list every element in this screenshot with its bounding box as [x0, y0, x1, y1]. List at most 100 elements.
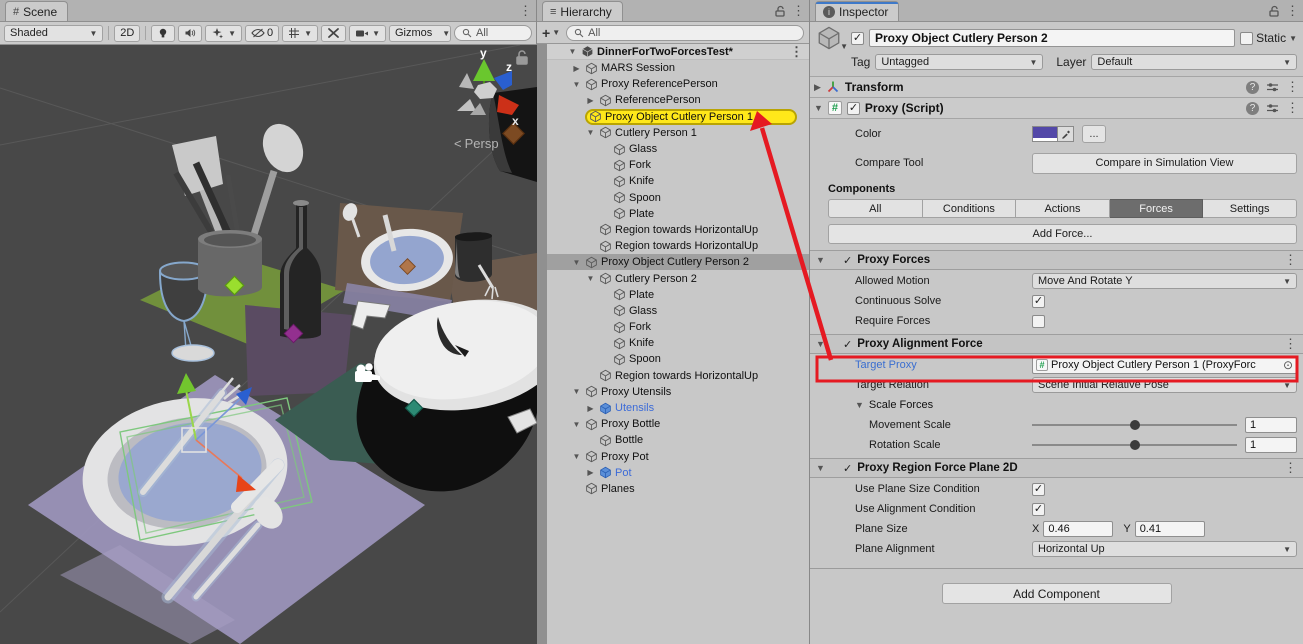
property-checkbox[interactable]: ✓ — [1032, 483, 1045, 496]
hierarchy-item[interactable]: Knife — [547, 173, 809, 189]
tag-dropdown[interactable]: Untagged ▼ — [875, 54, 1043, 70]
section-header[interactable]: ▼✓Proxy Forces⋮ — [810, 250, 1303, 270]
hierarchy-item[interactable]: Spoon — [547, 351, 809, 367]
scene-menu-icon[interactable]: ⋮ — [519, 3, 532, 19]
hierarchy-item[interactable]: ▶MARS Session — [547, 60, 809, 76]
foldout-arrow[interactable]: ▼ — [855, 400, 864, 410]
foldout-arrow[interactable]: ▶ — [571, 64, 582, 73]
static-toggle[interactable]: Static ▼ — [1240, 31, 1297, 45]
gameobject-name-field[interactable]: Proxy Object Cutlery Person 2 — [869, 29, 1235, 47]
foldout-arrow[interactable]: ▼ — [571, 258, 582, 267]
enabled-checkbox[interactable]: ✓ — [847, 102, 860, 115]
foldout-arrow[interactable]: ▼ — [571, 80, 582, 89]
hierarchy-scene-row[interactable]: ▼ DinnerForTwoForcesTest* ⋮ — [547, 44, 809, 60]
hierarchy-item[interactable]: ▶ReferencePerson — [547, 92, 809, 108]
foldout-arrow[interactable]: ▼ — [816, 339, 838, 349]
hierarchy-item[interactable]: ▼Proxy Utensils — [547, 384, 809, 400]
property-dropdown[interactable]: Move And Rotate Y▼ — [1032, 273, 1297, 289]
section-enabled-check[interactable]: ✓ — [843, 462, 852, 475]
scene-search-field[interactable] — [454, 25, 532, 41]
foldout-arrow[interactable]: ▼ — [816, 463, 838, 473]
hierarchy-menu-icon[interactable]: ⋮ — [792, 3, 805, 19]
add-component-button[interactable]: Add Component — [942, 583, 1172, 604]
hierarchy-item[interactable]: Bottle — [547, 432, 809, 448]
slider-value-field[interactable]: 1 — [1245, 417, 1297, 433]
hierarchy-item[interactable]: Glass — [547, 141, 809, 157]
foldout-arrow[interactable]: ▼ — [816, 255, 838, 265]
inspector-menu-icon[interactable]: ⋮ — [1286, 3, 1299, 19]
property-dropdown[interactable]: Horizontal Up▼ — [1032, 541, 1297, 557]
section-header[interactable]: ▼✓Proxy Region Force Plane 2D⋮ — [810, 458, 1303, 478]
foldout-arrow[interactable]: ▼ — [814, 103, 823, 113]
gameobject-icon[interactable]: ▼ — [816, 25, 846, 51]
unlock-icon[interactable] — [774, 5, 786, 17]
x-value-field[interactable]: 0.46 — [1043, 521, 1113, 537]
property-checkbox[interactable]: ✓ — [1032, 503, 1045, 516]
scene-viewport[interactable]: y z x <Persp — [0, 45, 537, 644]
hierarchy-item[interactable]: Spoon — [547, 190, 809, 206]
hierarchy-item[interactable]: Proxy Object Cutlery Person 1 — [547, 109, 809, 125]
hierarchy-search-field[interactable] — [566, 25, 804, 41]
property-slider[interactable] — [1032, 418, 1237, 432]
2d-toggle-button[interactable]: 2D — [114, 25, 140, 42]
section-menu-icon[interactable]: ⋮ — [1284, 460, 1297, 476]
hierarchy-item[interactable]: Region towards HorizontalUp — [547, 368, 809, 384]
color-more-button[interactable]: ... — [1082, 125, 1106, 143]
foldout-arrow[interactable]: ▼ — [567, 47, 578, 56]
add-force-button[interactable]: Add Force... — [828, 224, 1297, 244]
component-menu-icon[interactable]: ⋮ — [1286, 79, 1299, 95]
foldout-arrow[interactable]: ▼ — [571, 420, 582, 429]
shading-mode-dropdown[interactable]: Shaded ▼ — [4, 25, 103, 42]
audio-toggle-button[interactable] — [178, 25, 202, 42]
section-menu-icon[interactable]: ⋮ — [1284, 336, 1297, 352]
help-icon[interactable]: ? — [1246, 102, 1259, 115]
hierarchy-item[interactable]: Plate — [547, 287, 809, 303]
persp-indicator[interactable]: <Persp — [454, 136, 499, 151]
section-enabled-check[interactable]: ✓ — [843, 254, 852, 267]
foldout-arrow[interactable]: ▶ — [585, 468, 596, 477]
presets-icon[interactable] — [1266, 81, 1279, 93]
tool-settings-button[interactable] — [321, 25, 346, 42]
filter-tab-settings[interactable]: Settings — [1203, 199, 1297, 218]
property-dropdown[interactable]: Scene Initial Relative Pose▼ — [1032, 377, 1297, 393]
grid-settings-button[interactable]: ▼ — [282, 25, 318, 42]
hierarchy-search-input[interactable] — [588, 27, 768, 39]
filter-tab-all[interactable]: All — [828, 199, 923, 218]
slider-value-field[interactable]: 1 — [1245, 437, 1297, 453]
filter-tab-actions[interactable]: Actions — [1016, 199, 1110, 218]
property-checkbox[interactable] — [1032, 315, 1045, 328]
slider-handle[interactable] — [1130, 440, 1140, 450]
hierarchy-item[interactable]: Plate — [547, 206, 809, 222]
static-checkbox[interactable] — [1240, 32, 1253, 45]
hierarchy-item[interactable]: ▼Cutlery Person 2 — [547, 270, 809, 286]
compare-simulation-button[interactable]: Compare in Simulation View — [1032, 153, 1297, 174]
foldout-arrow[interactable]: ▶ — [585, 404, 596, 413]
tab-inspector[interactable]: i Inspector — [815, 1, 899, 21]
effects-dropdown-button[interactable]: ▼ — [205, 25, 242, 42]
gizmos-dropdown[interactable]: Gizmos ▼ — [389, 25, 451, 42]
scene-row-menu-icon[interactable]: ⋮ — [790, 44, 803, 60]
foldout-arrow[interactable]: ▼ — [585, 128, 596, 137]
tab-hierarchy[interactable]: ≡ Hierarchy — [542, 1, 623, 21]
hierarchy-item[interactable]: Fork — [547, 157, 809, 173]
section-header[interactable]: ▼✓Proxy Alignment Force⋮ — [810, 334, 1303, 354]
active-checkbox[interactable]: ✓ — [851, 32, 864, 45]
tab-scene[interactable]: # Scene — [5, 1, 68, 21]
color-field[interactable] — [1032, 126, 1074, 142]
hierarchy-item[interactable]: Planes — [547, 481, 809, 497]
hierarchy-item[interactable]: ▼Proxy Bottle — [547, 416, 809, 432]
lighting-toggle-button[interactable] — [151, 25, 175, 42]
hierarchy-item[interactable]: Knife — [547, 335, 809, 351]
slider-handle[interactable] — [1130, 420, 1140, 430]
hierarchy-item[interactable]: ▼Proxy ReferencePerson — [547, 76, 809, 92]
foldout-arrow[interactable]: ▼ — [571, 452, 582, 461]
hierarchy-item[interactable]: Glass — [547, 303, 809, 319]
hierarchy-item[interactable]: Region towards HorizontalUp — [547, 238, 809, 254]
property-checkbox[interactable]: ✓ — [1032, 295, 1045, 308]
filter-tab-forces[interactable]: Forces — [1110, 199, 1204, 218]
component-menu-icon[interactable]: ⋮ — [1286, 100, 1299, 116]
hierarchy-item[interactable]: Fork — [547, 319, 809, 335]
foldout-arrow[interactable]: ▶ — [814, 82, 821, 93]
object-picker-icon[interactable]: ⊙ — [1283, 358, 1293, 372]
hierarchy-item[interactable]: ▼Proxy Object Cutlery Person 2 — [547, 254, 809, 270]
